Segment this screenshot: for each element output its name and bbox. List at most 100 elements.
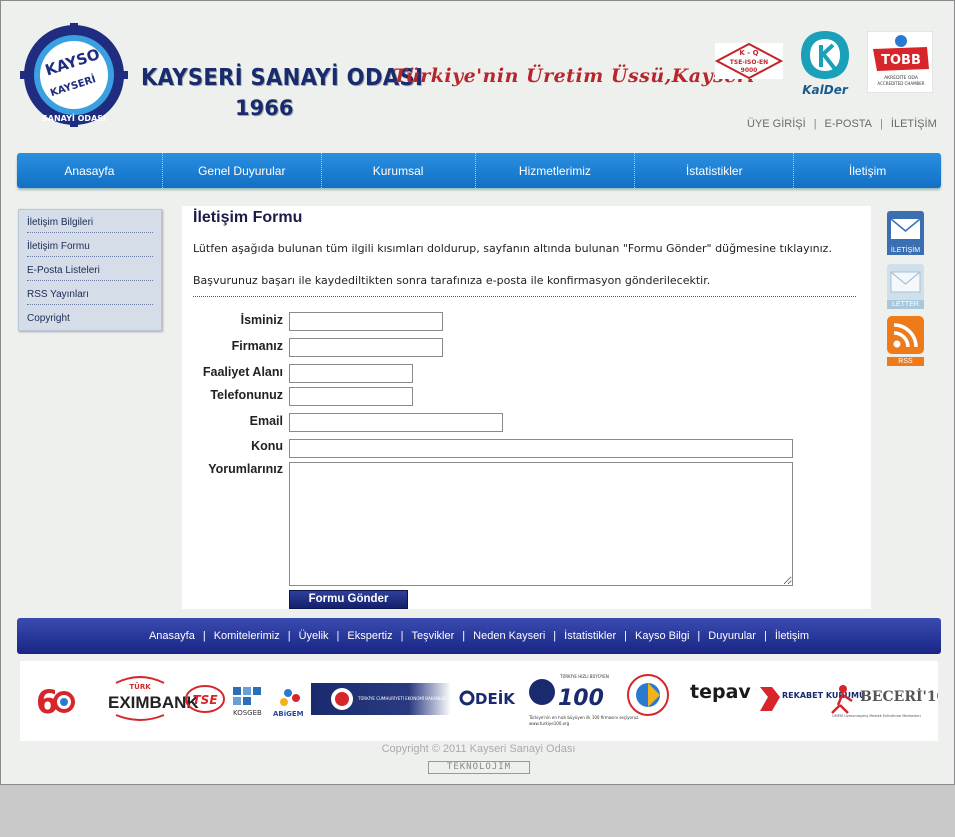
separator: |: [202, 630, 206, 642]
kayso-logo[interactable]: KAYSO KAYSERİ SANAYİ ODASI: [17, 23, 131, 127]
separator: |: [763, 630, 767, 642]
footer-link-why-kayseri[interactable]: Neden Kayseri: [473, 630, 545, 642]
letter-icon: [887, 264, 924, 302]
subject-input[interactable]: [289, 439, 793, 458]
footer-link-membership[interactable]: Üyelik: [299, 630, 329, 642]
svg-text:TSE-ISO-EN: TSE-ISO-EN: [730, 59, 768, 66]
svg-text:www.turkiye100.org: www.turkiye100.org: [529, 721, 570, 726]
svg-text:Türkiye'nin en hızlı büyüyen i: Türkiye'nin en hızlı büyüyen ilk 100 fir…: [528, 715, 640, 720]
footer-link-committees[interactable]: Komitelerimiz: [214, 630, 280, 642]
left-menu-item-copyright[interactable]: Copyright: [27, 313, 153, 328]
deik-logo[interactable]: DEİK: [459, 689, 516, 708]
name-input[interactable]: [289, 312, 443, 331]
separator: |: [287, 630, 291, 642]
subject-label: Konu: [251, 439, 283, 453]
contact-link[interactable]: İLETİŞİM: [891, 118, 937, 130]
activity-input[interactable]: [289, 364, 413, 383]
company-input[interactable]: [289, 338, 443, 357]
contact-side-button[interactable]: İLETİŞİM: [887, 211, 924, 255]
main-nav: Anasayfa Genel Duyurular Kurumsal Hizmet…: [17, 153, 941, 188]
left-menu-item-rss[interactable]: RSS Yayınları: [27, 289, 153, 305]
tse-logo[interactable]: TSE: [185, 685, 225, 713]
divider: [193, 296, 856, 297]
email-label: Email: [249, 414, 283, 428]
svg-text:100: 100: [558, 686, 604, 711]
tobb-logo: TOBB AKREDİTE ODA ACCREDITED CHAMBER: [867, 31, 933, 93]
footer-link-kayso-info[interactable]: Kayso Bilgi: [635, 630, 689, 642]
left-menu-item-contact-info[interactable]: İletişim Bilgileri: [27, 217, 153, 233]
svg-text:TÜRKİYE CUMHURİYETİ EKONOMİ BA: TÜRKİYE CUMHURİYETİ EKONOMİ BAKANLIĞI: [357, 696, 447, 701]
tepav-logo[interactable]: tepav: [690, 681, 751, 703]
name-label: İsminiz: [240, 313, 283, 327]
svg-text:KOSGEB: KOSGEB: [233, 709, 262, 717]
svg-text:9000: 9000: [741, 67, 758, 74]
slogan: Türkiye'nin Üretim Üssü,Kayseri: [393, 65, 756, 87]
nav-item-home[interactable]: Anasayfa: [17, 153, 163, 188]
separator: |: [880, 118, 883, 130]
email-input[interactable]: [289, 413, 503, 432]
rss-side-label: RSS: [887, 357, 924, 366]
svg-text:K - Q: K - Q: [739, 49, 758, 57]
intro-text: Lütfen aşağıda bulunan tüm ilgili kısıml…: [193, 242, 832, 255]
letter-side-label: LETTER: [887, 300, 924, 309]
svg-text:TÜRK: TÜRK: [129, 682, 151, 691]
top-links: ÜYE GİRİŞİ | E-POSTA | İLETİŞİM: [747, 118, 937, 130]
separator: |: [336, 630, 340, 642]
ekonomi-bakanligi-logo[interactable]: TÜRKİYE CUMHURİYETİ EKONOMİ BAKANLIĞI: [311, 683, 451, 715]
footer-nav: Anasayfa | Komitelerimiz | Üyelik | Ekspert…: [17, 618, 941, 654]
copyright-text: Copyright © 2011 Kayseri Sanayi Odası: [381, 743, 576, 755]
submit-button[interactable]: Formu Gönder: [289, 590, 408, 609]
footer-link-contact[interactable]: İletişim: [775, 630, 809, 642]
svg-text:SANAYİ ODASI: SANAYİ ODASI: [42, 113, 106, 123]
teknolojim-link[interactable]: TEKNOLOJİM: [428, 761, 530, 774]
nav-item-announcements[interactable]: Genel Duyurular: [163, 153, 322, 188]
nav-item-corporate[interactable]: Kurumsal: [322, 153, 476, 188]
contact-side-label: İLETİŞİM: [887, 246, 924, 255]
svg-text:ACCREDITED CHAMBER: ACCREDITED CHAMBER: [877, 81, 924, 86]
letter-side-button[interactable]: LETTER: [887, 264, 924, 309]
page-frame: KAYSO KAYSERİ SANAYİ ODASI KAYSERİ SANAY…: [0, 0, 955, 785]
left-menu-item-contact-form[interactable]: İletişim Formu: [27, 241, 153, 257]
company-label: Firmanız: [231, 339, 283, 353]
email-link[interactable]: E-POSTA: [825, 118, 872, 130]
turkiye100-logo[interactable]: TÜRKİYE HIZLI BÜYÜYEN 100 Türkiye'nin en…: [528, 674, 640, 726]
left-menu: İletişim Bilgileri İletişim Formu E-Post…: [18, 209, 162, 331]
footer-link-home[interactable]: Anasayfa: [149, 630, 195, 642]
svg-text:AKREDİTE ODA: AKREDİTE ODA: [884, 74, 919, 81]
comments-textarea[interactable]: [289, 462, 793, 586]
left-menu-item-email-lists[interactable]: E-Posta Listeleri: [27, 265, 153, 281]
rss-side-button[interactable]: RSS: [887, 316, 924, 366]
footer-link-incentives[interactable]: Teşvikler: [411, 630, 454, 642]
svg-text:DEİK: DEİK: [475, 689, 516, 708]
org-year: 1966: [235, 96, 294, 120]
separator: |: [553, 630, 557, 642]
separator: |: [400, 630, 404, 642]
beceri10-logo[interactable]: BECERİ'10 UMEM Uzmanlaşmış Meslek Edindi…: [831, 685, 947, 718]
org-name: KAYSERİ SANAYİ ODASI: [141, 65, 424, 91]
svg-text:REKABET KURUMU: REKABET KURUMU: [782, 691, 866, 700]
svg-text:TSE: TSE: [192, 693, 218, 707]
envelope-icon: [887, 211, 924, 251]
svg-text:BECERİ'10: BECERİ'10: [860, 686, 938, 705]
chamber-seal-logo[interactable]: [627, 674, 669, 716]
separator: |: [697, 630, 701, 642]
sixty-years-logo[interactable]: 6: [36, 683, 75, 721]
phone-input[interactable]: [289, 387, 413, 406]
footer-link-expertise[interactable]: Ekspertiz: [347, 630, 392, 642]
footer-link-statistics[interactable]: İstatistikler: [564, 630, 616, 642]
nav-item-contact[interactable]: İletişim: [794, 153, 941, 188]
nav-item-services[interactable]: Hizmetlerimiz: [476, 153, 636, 188]
nav-item-statistics[interactable]: İstatistikler: [635, 153, 795, 188]
footer-link-announcements[interactable]: Duyurular: [708, 630, 756, 642]
member-login-link[interactable]: ÜYE GİRİŞİ: [747, 118, 806, 130]
sponsor-logo-strip: 6 TÜRK EXIMBANK TSE KOSGEB ABiGEM TÜRKİY…: [36, 674, 947, 726]
separator: |: [624, 630, 627, 642]
kosgeb-logo[interactable]: KOSGEB: [233, 687, 262, 717]
svg-text:UMEM Uzmanlaşmış Meslek Edindi: UMEM Uzmanlaşmış Meslek Edindirme Merkez…: [832, 714, 921, 718]
sponsor-logos: 6 TÜRK EXIMBANK TSE KOSGEB ABiGEM TÜRKİY…: [20, 661, 947, 741]
abigem-logo[interactable]: ABiGEM: [273, 689, 304, 718]
tse-iso-cert-logo: K - Q TSE-ISO-EN 9000: [715, 43, 783, 79]
page-title: İletişim Formu: [193, 209, 303, 226]
separator: |: [462, 630, 466, 642]
kalder-logo: KalDer: [801, 31, 849, 97]
